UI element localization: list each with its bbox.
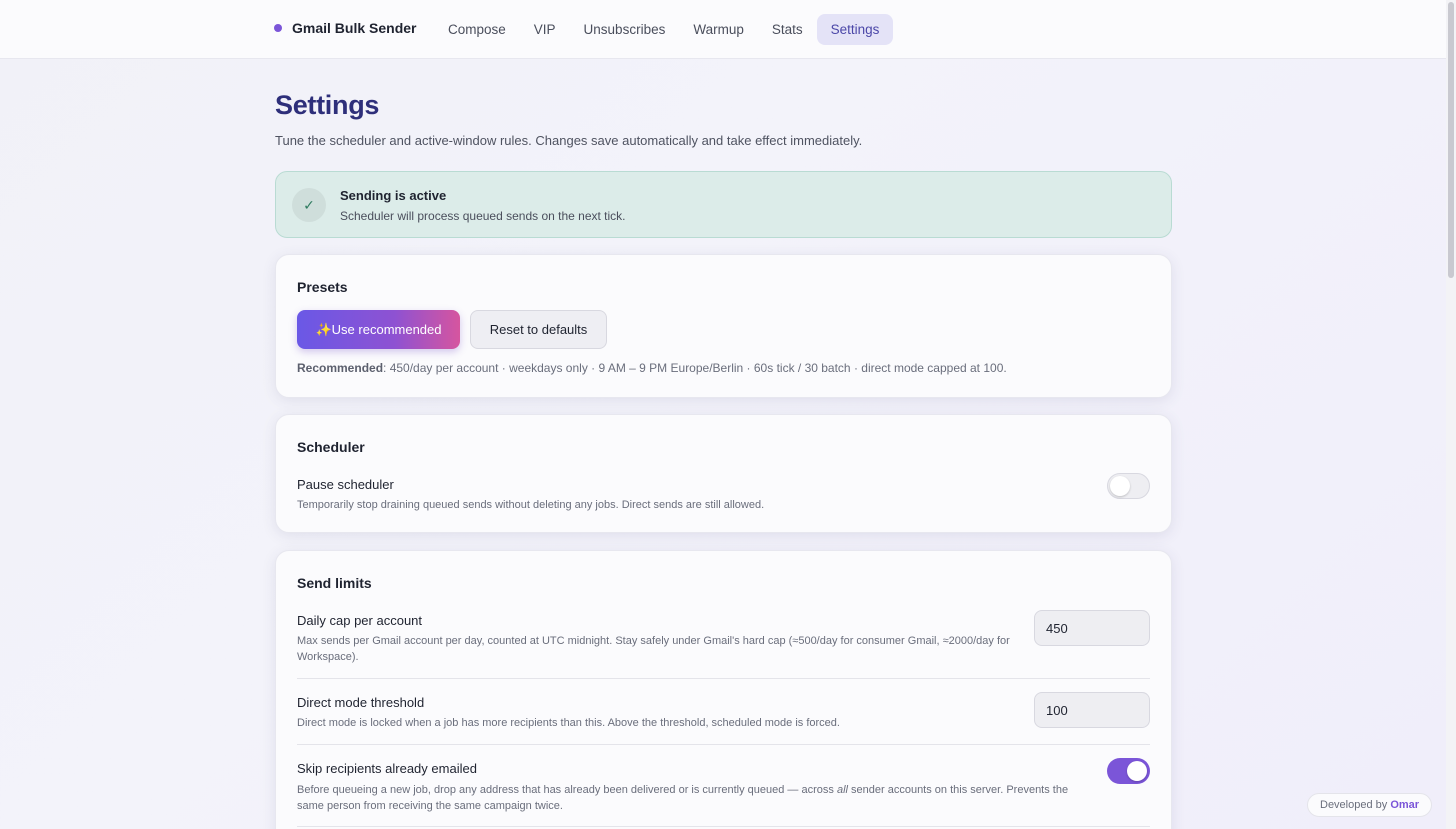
nav-item-warmup[interactable]: Warmup (679, 14, 758, 45)
send-limits-title: Send limits (297, 575, 372, 591)
author-link[interactable]: Omar (1390, 799, 1419, 811)
check-icon: ✓ (292, 188, 326, 222)
toggle-knob (1127, 761, 1147, 781)
scheduler-title: Scheduler (297, 439, 365, 455)
pause-scheduler-description: Temporarily stop draining queued sends w… (297, 499, 765, 511)
skip-recipients-label: Skip recipients already emailed (297, 761, 477, 776)
use-recommended-button[interactable]: ✨Use recommended (297, 310, 460, 349)
toggle-knob (1110, 476, 1130, 496)
app-name: Gmail Bulk Sender (292, 20, 417, 36)
pause-scheduler-toggle[interactable] (1107, 473, 1150, 499)
page-subtitle: Tune the scheduler and active-window rul… (275, 133, 863, 148)
page-header: Settings Tune the scheduler and active-w… (275, 90, 1172, 148)
recommended-note: Recommended: 450/day per account · weekd… (297, 361, 1007, 375)
scrollbar-thumb[interactable] (1448, 2, 1454, 278)
sending-status-banner: ✓ Sending is active Scheduler will proce… (275, 171, 1172, 238)
developed-by-badge[interactable]: Developed by Omar (1307, 793, 1433, 817)
brand[interactable]: Gmail Bulk Sender (274, 20, 416, 36)
skip-recipients-description: Before queueing a new job, drop any addr… (297, 782, 1097, 814)
developed-by-text: Developed by (1320, 799, 1388, 811)
daily-cap-label: Daily cap per account (297, 613, 423, 628)
nav-item-vip[interactable]: VIP (520, 14, 570, 45)
divider (297, 826, 1150, 827)
daily-cap-description: Max sends per Gmail account per day, cou… (297, 635, 1010, 663)
presets-card: Presets ✨Use recommended Reset to defaul… (275, 254, 1172, 398)
divider (297, 678, 1150, 679)
direct-threshold-input[interactable] (1034, 692, 1150, 728)
send-limits-card: Send limits Daily cap per account Max se… (275, 550, 1172, 829)
nav-item-settings[interactable]: Settings (816, 14, 894, 45)
nav-item-stats[interactable]: Stats (758, 14, 817, 45)
brand-dot-icon (274, 24, 282, 32)
main-nav: Compose VIP Unsubscribes Warmup Stats Se… (434, 14, 894, 45)
daily-cap-input[interactable] (1034, 610, 1150, 646)
skip-recipients-toggle[interactable] (1107, 758, 1150, 784)
direct-threshold-label: Direct mode threshold (297, 695, 425, 710)
page-scrollbar[interactable] (1446, 0, 1456, 829)
page-title: Settings (275, 90, 380, 120)
scheduler-card: Scheduler Pause scheduler Temporarily st… (275, 414, 1172, 533)
nav-item-compose[interactable]: Compose (434, 14, 520, 45)
recommended-note-text: : 450/day per account · weekdays only · … (383, 361, 1007, 375)
status-title: Sending is active (340, 188, 447, 203)
top-navigation-bar: Gmail Bulk Sender Compose VIP Unsubscrib… (0, 0, 1446, 59)
nav-item-unsubscribes[interactable]: Unsubscribes (570, 14, 680, 45)
skip-description-emphasis: all (836, 784, 848, 796)
recommended-note-label: Recommended (297, 361, 384, 375)
pause-scheduler-label: Pause scheduler (297, 477, 394, 492)
skip-description-before: Before queueing a new job, drop any addr… (297, 784, 837, 796)
direct-threshold-description: Direct mode is locked when a job has mor… (297, 717, 840, 729)
presets-title: Presets (297, 279, 348, 295)
divider (297, 744, 1150, 745)
status-description: Scheduler will process queued sends on t… (340, 209, 626, 223)
reset-defaults-button[interactable]: Reset to defaults (470, 310, 607, 349)
